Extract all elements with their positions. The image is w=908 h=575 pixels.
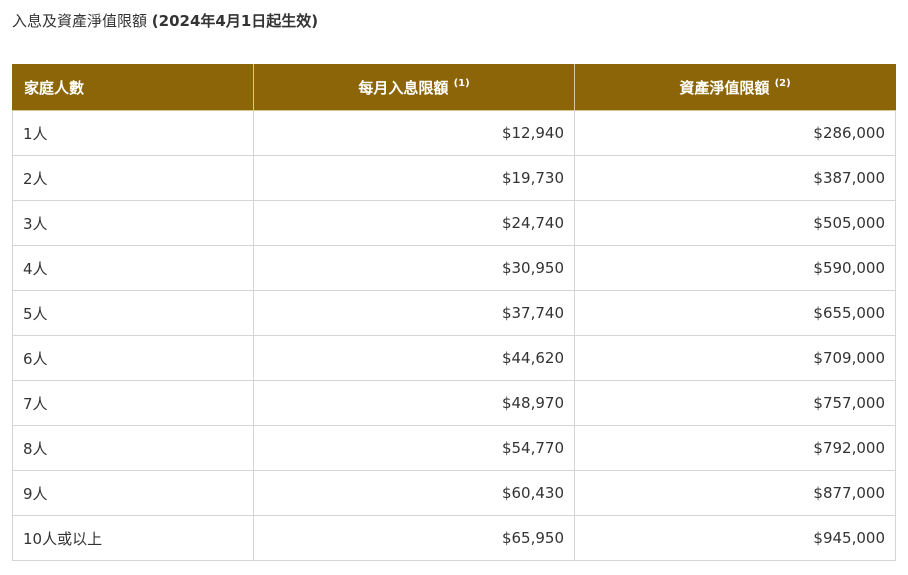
household-size-cell: 3人 xyxy=(12,200,254,246)
header-assets-label: 資產淨值限額 xyxy=(679,79,775,97)
asset-limit-cell: $757,000 xyxy=(574,380,896,426)
table-row: 5人 $37,740 $655,000 xyxy=(12,290,896,336)
household-size-cell: 10人或以上 xyxy=(12,515,254,561)
income-limit-cell: $60,430 xyxy=(253,470,575,516)
limits-table: 家庭人數 每月入息限額 (1) 資產淨值限額 (2) 1人 $12,940 $2… xyxy=(12,64,896,561)
header-household-size: 家庭人數 xyxy=(12,64,254,111)
household-size-cell: 7人 xyxy=(12,380,254,426)
income-limit-cell: $30,950 xyxy=(253,245,575,291)
household-size-cell: 9人 xyxy=(12,470,254,516)
table-row: 1人 $12,940 $286,000 xyxy=(12,110,896,156)
income-limit-cell: $48,970 xyxy=(253,380,575,426)
income-limit-cell: $19,730 xyxy=(253,155,575,201)
household-size-cell: 2人 xyxy=(12,155,254,201)
header-monthly-income-limit: 每月入息限額 (1) xyxy=(253,64,575,111)
household-size-cell: 4人 xyxy=(12,245,254,291)
title-effective-date: (2024年4月1日起生效) xyxy=(151,12,319,30)
household-size-cell: 1人 xyxy=(12,110,254,156)
table-row: 9人 $60,430 $877,000 xyxy=(12,470,896,516)
header-income-label: 每月入息限額 xyxy=(358,79,454,97)
income-limit-cell: $12,940 xyxy=(253,110,575,156)
asset-limit-cell: $655,000 xyxy=(574,290,896,336)
asset-limit-cell: $387,000 xyxy=(574,155,896,201)
title-main: 入息及資產淨值限額 xyxy=(12,12,152,30)
table-header: 家庭人數 每月入息限額 (1) 資產淨值限額 (2) xyxy=(12,64,896,111)
table-row: 3人 $24,740 $505,000 xyxy=(12,200,896,246)
income-limit-cell: $24,740 xyxy=(253,200,575,246)
table-row: 4人 $30,950 $590,000 xyxy=(12,245,896,291)
asset-limit-cell: $877,000 xyxy=(574,470,896,516)
table-row: 7人 $48,970 $757,000 xyxy=(12,380,896,426)
income-limit-cell: $54,770 xyxy=(253,425,575,471)
asset-limit-cell: $286,000 xyxy=(574,110,896,156)
household-size-cell: 5人 xyxy=(12,290,254,336)
page-title: 入息及資產淨值限額 (2024年4月1日起生效) xyxy=(12,10,318,32)
table-row: 6人 $44,620 $709,000 xyxy=(12,335,896,381)
header-row: 家庭人數 每月入息限額 (1) 資產淨值限額 (2) xyxy=(12,64,896,111)
table-body: 1人 $12,940 $286,000 2人 $19,730 $387,000 … xyxy=(12,110,896,561)
asset-limit-cell: $792,000 xyxy=(574,425,896,471)
table-row: 10人或以上 $65,950 $945,000 xyxy=(12,515,896,561)
assets-footnote-marker: (2) xyxy=(774,78,791,89)
income-footnote-marker: (1) xyxy=(453,78,470,89)
asset-limit-cell: $945,000 xyxy=(574,515,896,561)
income-limit-cell: $37,740 xyxy=(253,290,575,336)
table-row: 8人 $54,770 $792,000 xyxy=(12,425,896,471)
asset-limit-cell: $505,000 xyxy=(574,200,896,246)
table-row: 2人 $19,730 $387,000 xyxy=(12,155,896,201)
income-limit-cell: $44,620 xyxy=(253,335,575,381)
household-size-cell: 8人 xyxy=(12,425,254,471)
income-limit-cell: $65,950 xyxy=(253,515,575,561)
header-net-asset-limit: 資產淨值限額 (2) xyxy=(574,64,896,111)
asset-limit-cell: $709,000 xyxy=(574,335,896,381)
household-size-cell: 6人 xyxy=(12,335,254,381)
asset-limit-cell: $590,000 xyxy=(574,245,896,291)
